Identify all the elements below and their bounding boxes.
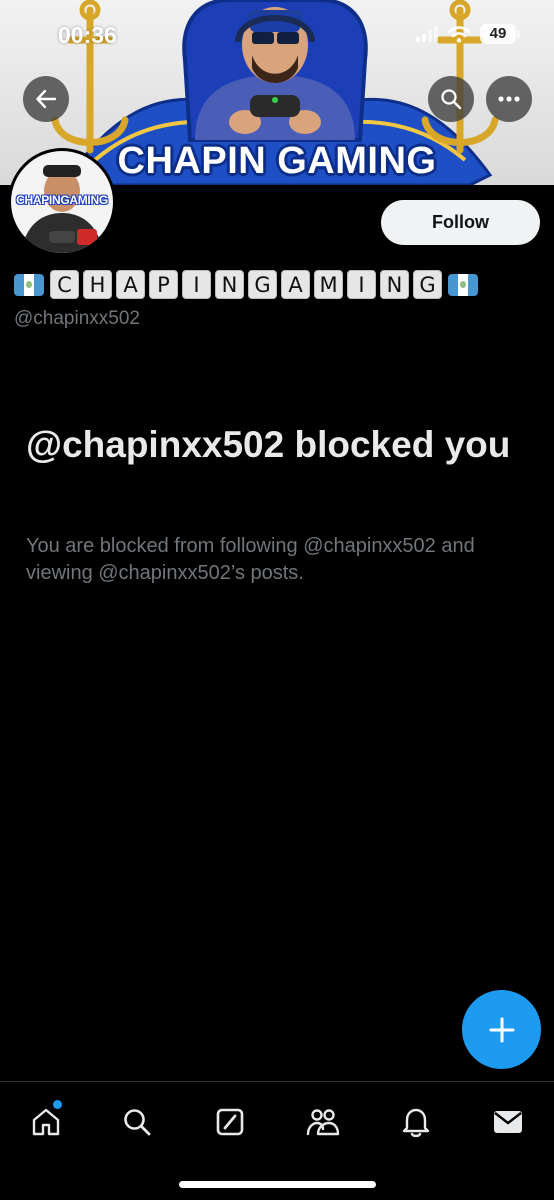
name-letter: G [413, 270, 442, 299]
grok-icon [216, 1108, 244, 1136]
display-name-letters: C H A P I N G A M I N G [50, 270, 442, 299]
search-button[interactable] [428, 76, 474, 122]
profile-handle: @chapinxx502 [14, 308, 140, 329]
name-letter: P [149, 270, 178, 299]
name-letter: C [50, 270, 79, 299]
search-icon [441, 89, 462, 110]
name-letter: N [215, 270, 244, 299]
home-icon [32, 1108, 60, 1136]
battery-indicator: 49 [480, 24, 520, 44]
home-indicator[interactable] [179, 1181, 376, 1188]
cellular-signal-icon [416, 26, 438, 42]
plus-icon [489, 1017, 514, 1042]
name-letter: A [281, 270, 310, 299]
nav-messages[interactable] [486, 1100, 530, 1144]
avatar-caption: CHAPINGAMING [16, 193, 108, 207]
status-icons: 49 [416, 24, 520, 44]
name-letter: N [380, 270, 409, 299]
guatemala-flag-icon [448, 273, 478, 296]
compose-post-button[interactable] [462, 990, 541, 1069]
name-letter: I [347, 270, 376, 299]
arrow-left-icon [36, 89, 57, 109]
more-options-button[interactable] [486, 76, 532, 122]
blocked-title: @chapinxx502 blocked you [26, 424, 511, 465]
wifi-icon [448, 25, 470, 43]
name-letter: H [83, 270, 112, 299]
name-letter: A [116, 270, 145, 299]
bell-icon [402, 1108, 430, 1138]
mail-icon [494, 1111, 522, 1133]
guatemala-flag-icon [14, 273, 44, 296]
follow-button[interactable]: Follow [381, 200, 540, 245]
more-dots-icon [498, 96, 520, 102]
nav-notifications[interactable] [394, 1100, 438, 1144]
search-icon [124, 1109, 151, 1136]
name-letter: G [248, 270, 277, 299]
name-letter: I [182, 270, 211, 299]
nav-grok[interactable] [208, 1100, 252, 1144]
name-letter: M [314, 270, 343, 299]
status-time: 00:36 [58, 22, 117, 48]
profile-screen: CHAPIN GAMING 00:36 49 CHAPINGAMING Foll… [0, 0, 554, 1200]
nav-home[interactable] [24, 1100, 68, 1144]
communities-icon [306, 1109, 340, 1136]
display-name: C H A P I N G A M I N G [14, 270, 478, 299]
home-notification-dot [53, 1100, 62, 1109]
nav-communities[interactable] [301, 1100, 345, 1144]
back-button[interactable] [23, 76, 69, 122]
profile-avatar[interactable]: CHAPINGAMING [8, 148, 116, 256]
blocked-description: You are blocked from following @chapinxx… [26, 535, 475, 584]
nav-explore[interactable] [115, 1100, 159, 1144]
